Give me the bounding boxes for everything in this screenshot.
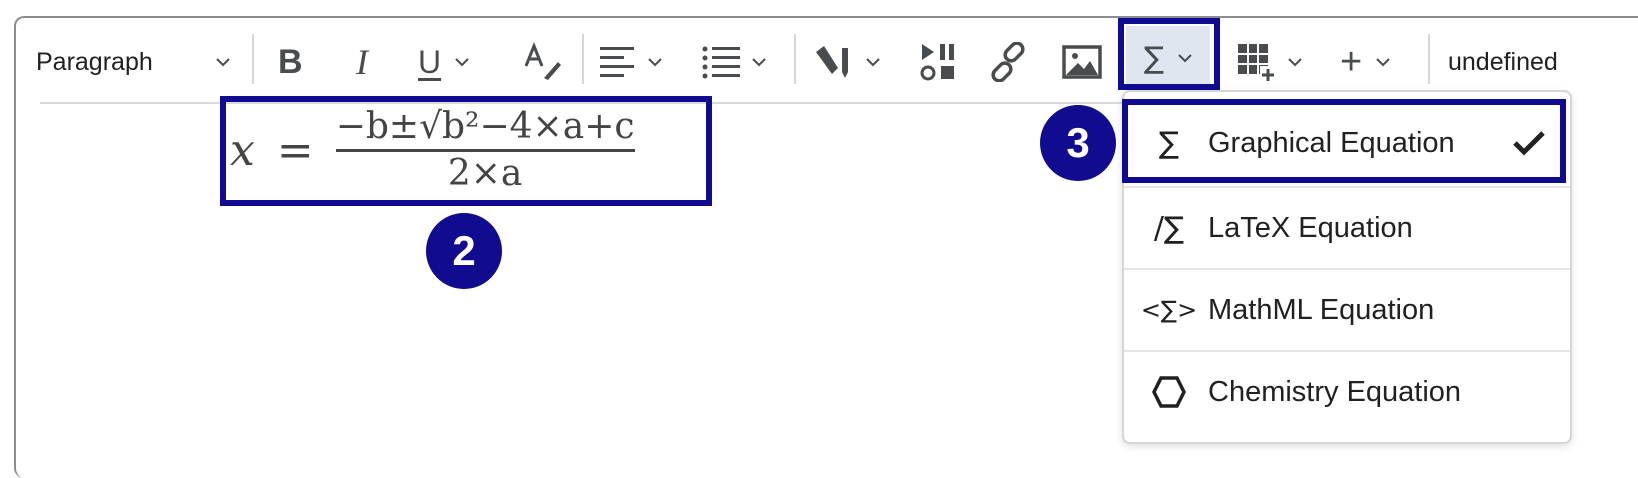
table-icon	[1238, 44, 1276, 82]
equation-highlight	[220, 96, 712, 206]
equation-button-highlight	[1118, 18, 1220, 90]
link-icon	[991, 42, 1025, 82]
overflow-button[interactable]: undefined	[1448, 40, 1558, 84]
italic-icon: I	[356, 42, 368, 82]
menu-item-label: MathML Equation	[1208, 293, 1435, 326]
insert-image-button[interactable]	[1062, 40, 1102, 84]
bold-icon: B	[278, 42, 303, 81]
toolbar-separator	[794, 34, 796, 84]
align-left-icon	[600, 47, 634, 77]
menu-item-chemistry-equation[interactable]: Chemistry Equation	[1124, 351, 1570, 433]
menu-item-mathml-equation[interactable]: <∑> MathML Equation	[1124, 269, 1570, 351]
bulleted-list-icon	[702, 46, 740, 79]
block-format-dropdown[interactable]: Paragraph	[36, 40, 236, 84]
insert-stuff-dropdown[interactable]	[814, 40, 880, 84]
toolbar-separator	[252, 34, 254, 84]
callout-badge-2: 2	[426, 213, 502, 289]
italic-button[interactable]: I	[356, 40, 368, 84]
graphical-equation-highlight	[1122, 99, 1566, 183]
callout-badge-3: 3	[1040, 105, 1116, 181]
media-icon	[920, 44, 954, 81]
menu-item-latex-equation[interactable]: /∑ LaTeX Equation	[1124, 187, 1570, 269]
list-dropdown[interactable]	[702, 40, 766, 84]
text-color-icon	[524, 42, 561, 80]
menu-item-label: LaTeX Equation	[1208, 211, 1413, 244]
underline-dropdown[interactable]: U	[418, 40, 469, 84]
mathml-sigma-icon: <∑>	[1140, 296, 1198, 324]
text-color-button[interactable]	[522, 40, 562, 84]
menu-item-label: Chemistry Equation	[1208, 375, 1462, 408]
toolbar-separator	[582, 34, 584, 84]
toolbar-separator	[1428, 34, 1430, 84]
insert-media-button[interactable]	[920, 40, 958, 84]
insert-table-dropdown[interactable]	[1236, 40, 1302, 84]
overflow-label: undefined	[1448, 47, 1558, 76]
chevron-down-icon	[216, 58, 230, 67]
bold-button[interactable]: B	[278, 40, 303, 84]
chevron-down-icon	[866, 58, 880, 67]
hexagon-icon	[1146, 375, 1192, 409]
pen-brush-icon	[816, 46, 848, 78]
insert-more-dropdown[interactable]: +	[1340, 40, 1390, 84]
alignment-dropdown[interactable]	[600, 40, 662, 84]
latex-sigma-icon: /∑	[1153, 210, 1185, 246]
chevron-down-icon	[455, 58, 469, 67]
plus-icon: +	[1340, 40, 1363, 83]
chevron-down-icon	[1376, 58, 1390, 67]
image-icon	[1062, 45, 1102, 79]
chevron-down-icon	[752, 58, 766, 67]
underline-icon: U	[418, 43, 442, 80]
insert-link-button[interactable]	[988, 40, 1028, 84]
chevron-down-icon	[1288, 58, 1302, 67]
block-format-label: Paragraph	[36, 47, 153, 76]
chevron-down-icon	[648, 58, 662, 67]
